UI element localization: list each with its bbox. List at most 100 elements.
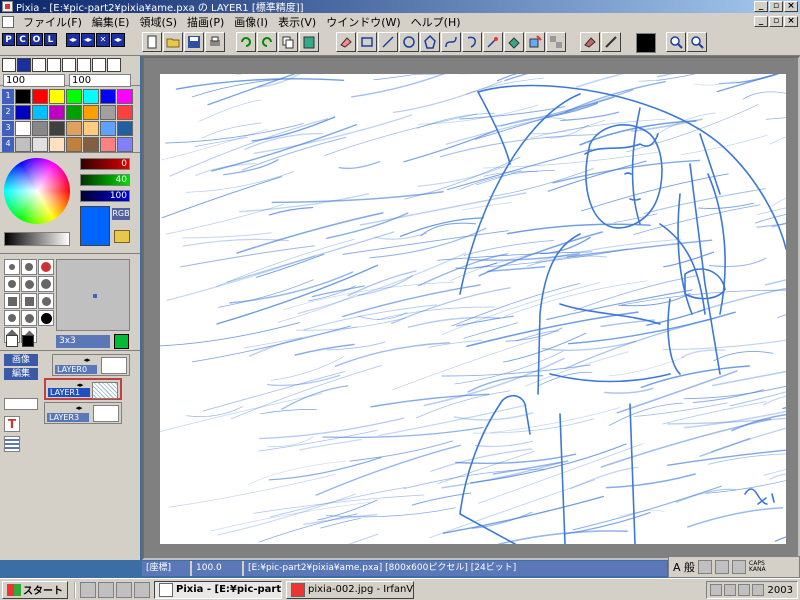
- mail-icon[interactable]: [98, 581, 114, 598]
- print-button[interactable]: [205, 32, 225, 52]
- white-swatch[interactable]: [6, 335, 18, 347]
- brush-opacity-field[interactable]: 100: [69, 74, 131, 87]
- shape-dot-large-icon[interactable]: [38, 259, 54, 275]
- curve-tool-icon[interactable]: [441, 32, 461, 52]
- menu-draw[interactable]: 描画(P): [182, 14, 229, 30]
- rgb-mode-button[interactable]: RGB: [112, 208, 130, 220]
- text-tool-icon[interactable]: T: [4, 416, 20, 432]
- palette-swatch[interactable]: [100, 105, 116, 120]
- black-swatch[interactable]: [22, 335, 34, 347]
- restore-button[interactable]: ▫: [769, 1, 783, 12]
- palette-swatch[interactable]: [15, 105, 31, 120]
- palette-swatch[interactable]: [100, 89, 116, 104]
- color-wheel[interactable]: [4, 158, 70, 224]
- soft-brush-icon[interactable]: [62, 58, 76, 72]
- menu-help[interactable]: ヘルプ(H): [406, 14, 466, 30]
- shape-soft-icon[interactable]: [4, 276, 20, 292]
- shape-soft-large-icon[interactable]: [38, 276, 54, 292]
- brush-size-field[interactable]: 100: [3, 74, 65, 87]
- shape-burst-icon[interactable]: [21, 310, 37, 326]
- shape-soft-medium-icon[interactable]: [21, 276, 37, 292]
- notepad-icon[interactable]: [134, 581, 150, 598]
- palette-swatch[interactable]: [100, 137, 116, 152]
- menu-image[interactable]: 画像(I): [229, 14, 273, 30]
- ime-help-icon[interactable]: [732, 560, 747, 574]
- palette-swatch[interactable]: [66, 105, 82, 120]
- palette-swatch[interactable]: [49, 105, 65, 120]
- menu-window[interactable]: ウインドウ(W): [321, 14, 405, 30]
- redo-button[interactable]: [257, 32, 277, 52]
- palette-swatch[interactable]: [100, 121, 116, 136]
- tray-network-icon[interactable]: [724, 584, 736, 596]
- ime-mode[interactable]: A 般: [673, 559, 695, 575]
- panel-toggle-l[interactable]: L: [44, 33, 57, 46]
- pen-icon[interactable]: [601, 32, 621, 52]
- minimize-button[interactable]: _: [754, 1, 768, 12]
- tab-edit[interactable]: 編集: [4, 368, 38, 380]
- blur-brush-icon[interactable]: [77, 58, 91, 72]
- red-slider[interactable]: 0: [80, 158, 130, 170]
- paste-button[interactable]: [299, 32, 319, 52]
- palette-swatch[interactable]: [32, 89, 48, 104]
- pen-eraser-icon[interactable]: [580, 32, 600, 52]
- current-color-swatch[interactable]: [636, 33, 656, 53]
- palette-row-number[interactable]: 4: [2, 137, 14, 152]
- palette-swatch[interactable]: [83, 121, 99, 136]
- fill-bucket-icon[interactable]: [504, 32, 524, 52]
- stamp-brush-icon[interactable]: [92, 58, 106, 72]
- visibility-icon[interactable]: ◂▸: [73, 404, 85, 412]
- palette-swatch[interactable]: [15, 89, 31, 104]
- crop-icon[interactable]: [525, 32, 545, 52]
- palette-swatch[interactable]: [83, 105, 99, 120]
- doc-minimize-button[interactable]: _: [754, 16, 768, 27]
- palette-swatch[interactable]: [117, 121, 133, 136]
- flip-icon[interactable]: ◂▸: [111, 33, 125, 47]
- save-button[interactable]: [184, 32, 204, 52]
- airbrush-icon[interactable]: [32, 58, 46, 72]
- ime-dictionary-icon[interactable]: [698, 560, 713, 574]
- shape-dot-medium-icon[interactable]: [21, 259, 37, 275]
- palette-swatch[interactable]: [32, 137, 48, 152]
- tab-image[interactable]: 画像: [4, 354, 38, 366]
- panel-toggle-c[interactable]: C: [16, 33, 29, 46]
- menu-edit[interactable]: 編集(E): [87, 14, 135, 30]
- palette-swatch[interactable]: [49, 121, 65, 136]
- ellipse-tool-icon[interactable]: [399, 32, 419, 52]
- green-slider[interactable]: 40: [80, 174, 130, 186]
- app-icon[interactable]: [2, 1, 13, 12]
- new-file-button[interactable]: [142, 32, 162, 52]
- zoom-in-icon[interactable]: [666, 32, 686, 52]
- palette-swatch[interactable]: [83, 89, 99, 104]
- palette-swatch[interactable]: [15, 137, 31, 152]
- brightness-bar[interactable]: [4, 232, 70, 246]
- folder-icon[interactable]: [114, 230, 130, 243]
- round-brush-icon[interactable]: [17, 58, 31, 72]
- layer-row-layer1[interactable]: ◂▸ LAYER1: [44, 378, 122, 400]
- zoom-out-icon[interactable]: [687, 32, 707, 52]
- palette-swatch[interactable]: [83, 137, 99, 152]
- messenger-icon[interactable]: [116, 581, 132, 598]
- palette-swatch[interactable]: [49, 137, 65, 152]
- visibility-icon[interactable]: ◂▸: [81, 356, 93, 364]
- layer-list-icon[interactable]: [4, 436, 20, 452]
- open-file-button[interactable]: [163, 32, 183, 52]
- arrows-left-icon[interactable]: ◂▸: [66, 33, 80, 47]
- task-pixia[interactable]: Pixia - [E:¥pic-part2...: [154, 580, 282, 599]
- palette-swatch[interactable]: [66, 121, 82, 136]
- palette-swatch[interactable]: [32, 121, 48, 136]
- blue-slider[interactable]: 100: [80, 190, 130, 202]
- arrows-right-icon[interactable]: ◂▸: [81, 33, 95, 47]
- shape-star-icon[interactable]: [38, 293, 54, 309]
- palette-row-number[interactable]: 3: [2, 121, 14, 136]
- browser-icon[interactable]: [80, 581, 96, 598]
- tray-volume-icon[interactable]: [738, 584, 750, 596]
- menu-selection[interactable]: 領域(S): [134, 14, 182, 30]
- mosaic-icon[interactable]: [546, 32, 566, 52]
- palette-swatch[interactable]: [117, 89, 133, 104]
- cross-icon[interactable]: ✕: [96, 33, 110, 47]
- shape-dot-small-icon[interactable]: [4, 259, 20, 275]
- doc-restore-button[interactable]: ▫: [769, 16, 783, 27]
- palette-row-number[interactable]: 2: [2, 105, 14, 120]
- start-button[interactable]: スタート: [2, 580, 68, 599]
- panel-toggle-o[interactable]: O: [30, 33, 43, 46]
